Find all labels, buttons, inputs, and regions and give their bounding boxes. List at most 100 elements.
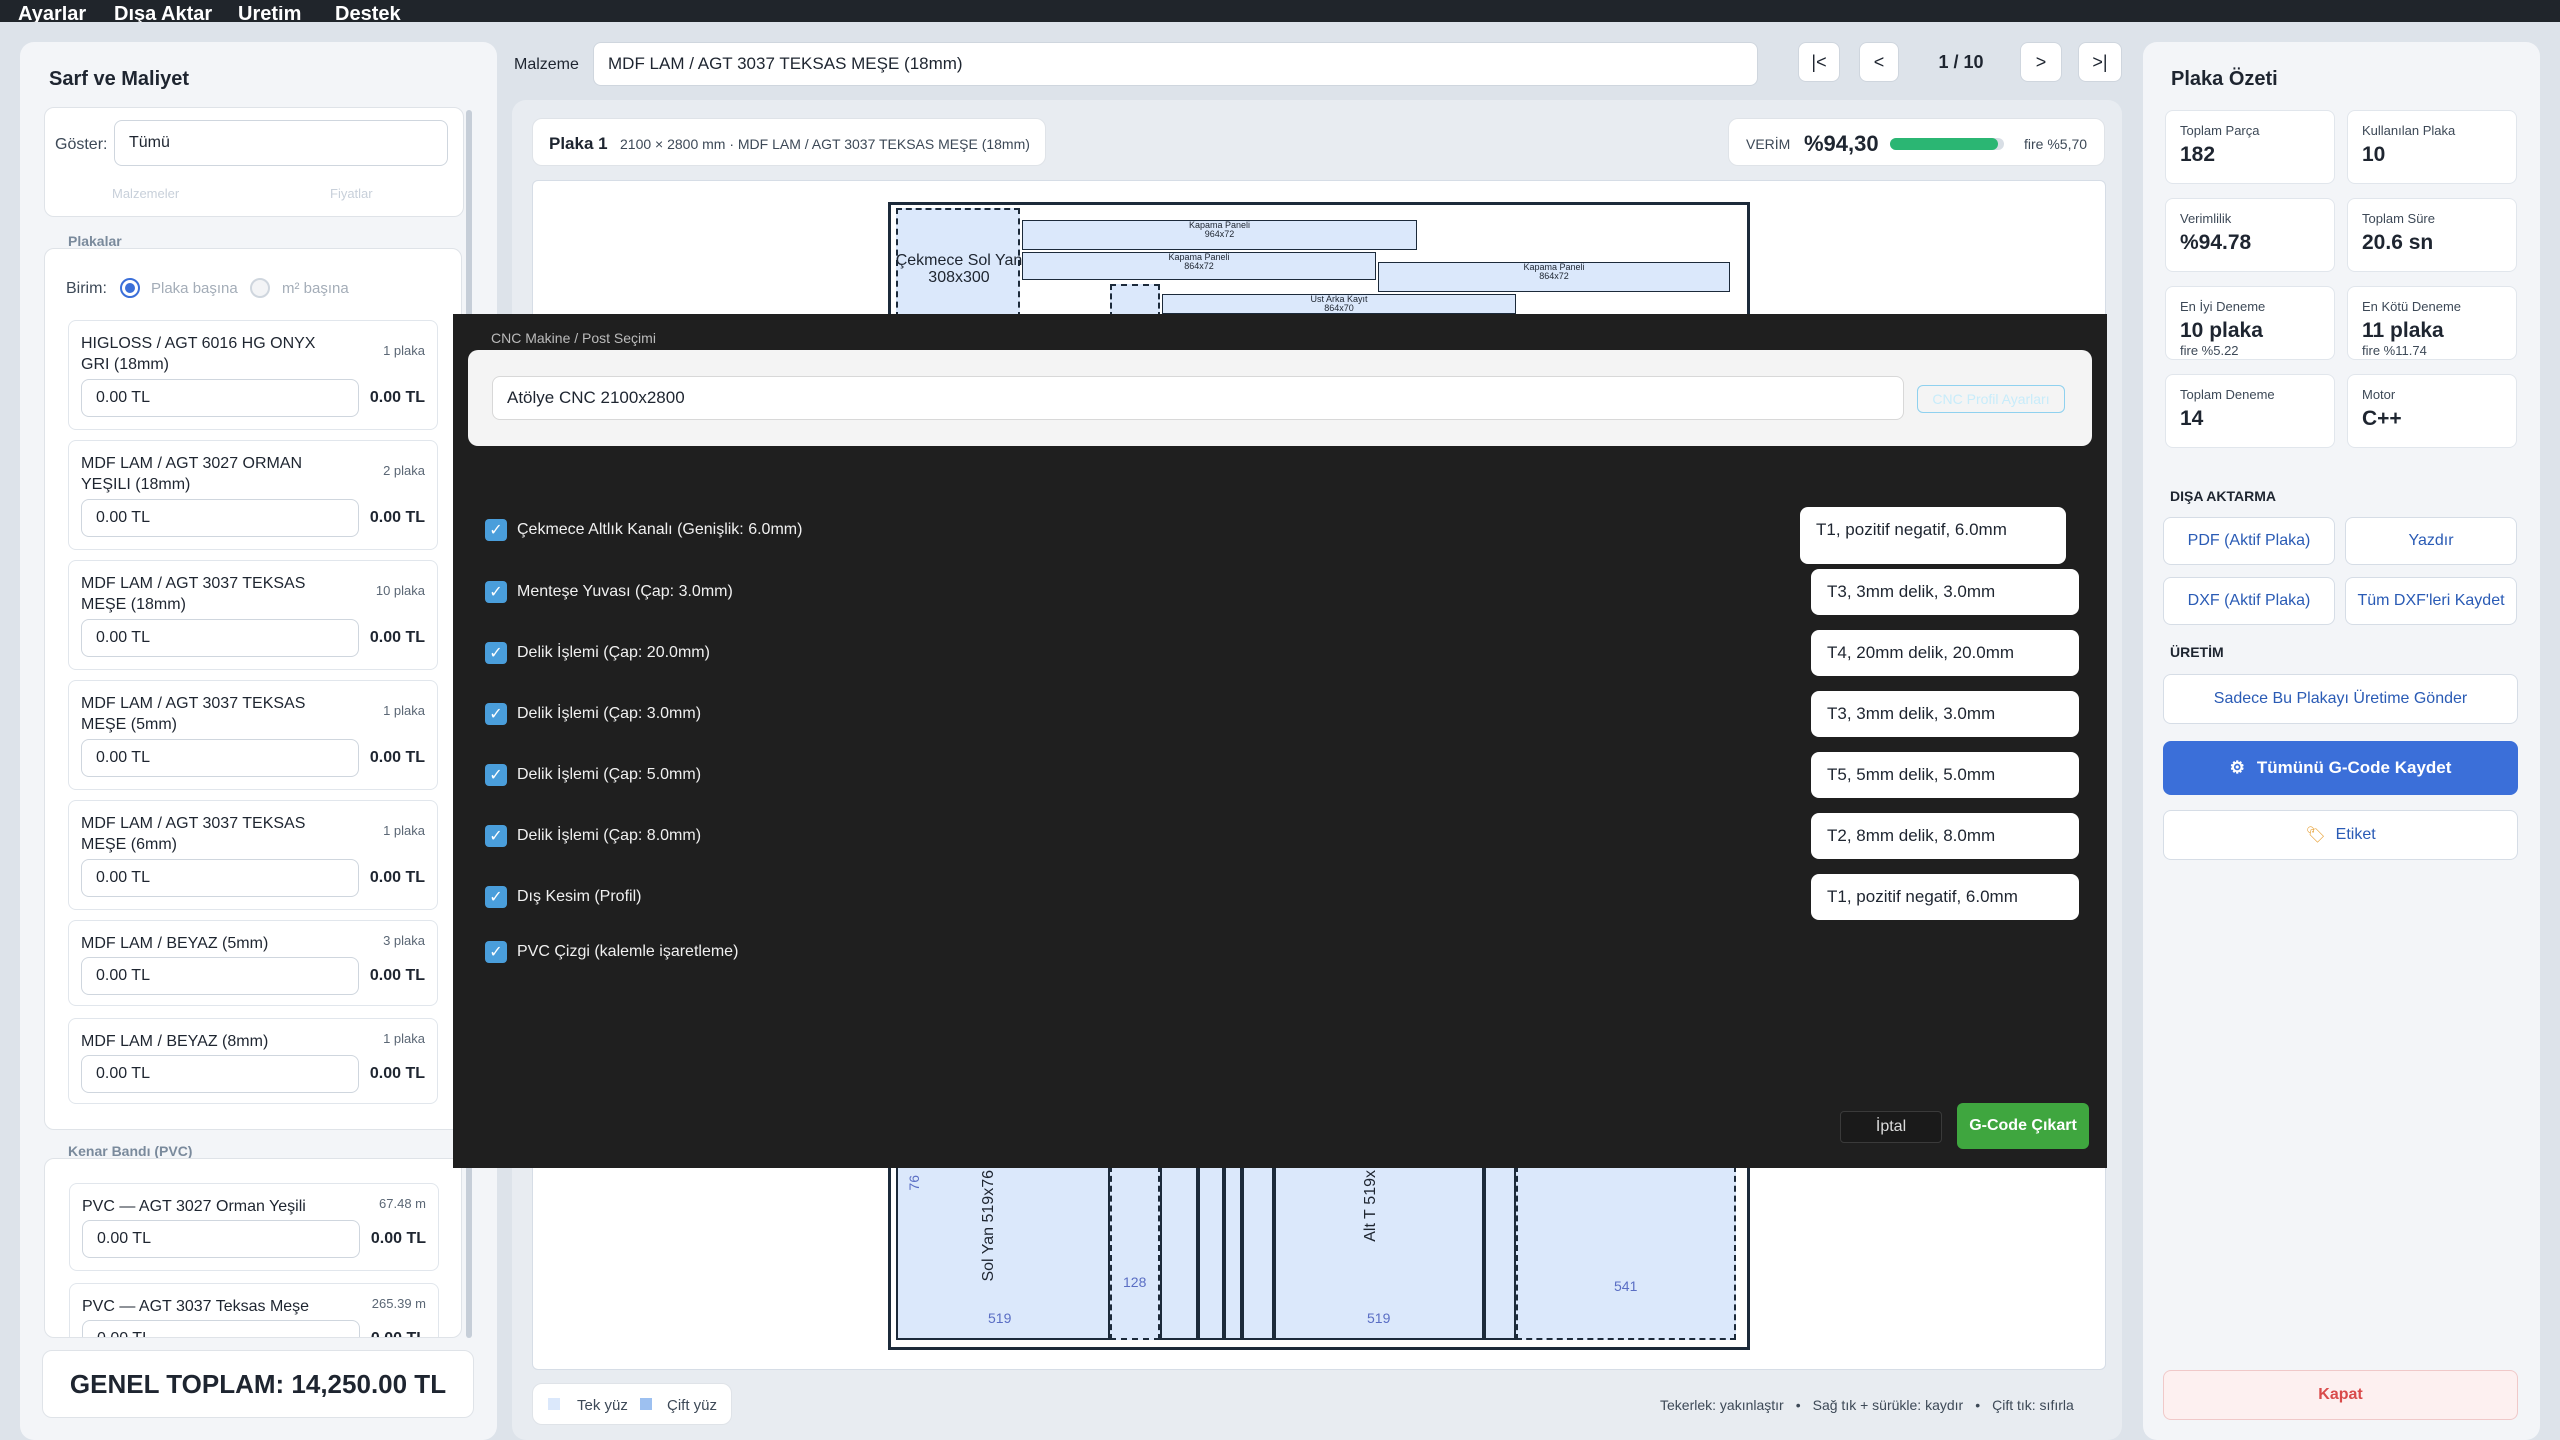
tool-select[interactable]: T4, 20mm delik, 20.0mm: [1811, 630, 2079, 676]
send-to-production-button[interactable]: Sadece Bu Plakayı Üretime Gönder: [2163, 674, 2518, 724]
material-total: 0.00 TL: [369, 749, 425, 766]
material-card: HIGLOSS / AGT 6016 HG ONYX GRI (18mm) 1 …: [68, 320, 438, 430]
next-page-button[interactable]: >: [2020, 42, 2062, 82]
operation-checkbox[interactable]: ✓: [485, 825, 507, 847]
stat-card: Kullanılan Plaka 10: [2347, 110, 2517, 184]
piece-cover-panel-1-size: 964x72: [1204, 229, 1235, 239]
unit-radio-plate[interactable]: [120, 278, 140, 298]
legend-single-side: Tek yüz: [577, 1397, 628, 1414]
piece-top-back-rail[interactable]: Üst Arka Kayıt 864x70: [1162, 294, 1516, 314]
material-plate-count: 1 plaka: [383, 1031, 425, 1046]
hint-pan: Sağ tık + sürükle: kaydır: [1812, 1397, 1964, 1413]
piece-strip-e[interactable]: [1484, 1166, 1516, 1340]
tool-select[interactable]: T1, pozitif negatif, 6.0mm: [1800, 507, 2066, 553]
print-button[interactable]: Yazdır: [2345, 517, 2517, 565]
operation-row[interactable]: ✓ Delik İşlemi (Çap: 20.0mm): [485, 642, 710, 664]
material-price-input[interactable]: 0.00 TL: [81, 859, 359, 897]
material-select[interactable]: MDF LAM / AGT 3037 TEKSAS MEŞE (18mm): [593, 42, 1758, 86]
material-name: MDF LAM / BEYAZ (8mm): [81, 1033, 269, 1050]
hint-zoom: Tekerlek: yakınlaştır: [1660, 1397, 1784, 1413]
faded-tab-prices[interactable]: Fiyatlar: [330, 186, 373, 201]
operation-checkbox[interactable]: ✓: [485, 703, 507, 725]
piece-cover-panel-2[interactable]: Kapama Paneli 864x72: [1022, 252, 1376, 280]
material-price-input[interactable]: 0.00 TL: [81, 1055, 359, 1093]
plate-info: 2100 × 2800 mm · MDF LAM / AGT 3037 TEKS…: [620, 136, 1030, 152]
tool-select[interactable]: T3, 3mm delik, 3.0mm: [1811, 691, 2079, 737]
material-price-input[interactable]: 0.00 TL: [81, 739, 359, 777]
dxf-export-button[interactable]: DXF (Aktif Plaka): [2163, 577, 2335, 625]
unit-radio-m2[interactable]: [250, 278, 270, 298]
edge-box: PVC — AGT 3027 Orman Yeşili 67.48 m 0.00…: [44, 1158, 462, 1338]
tool-select[interactable]: T5, 5mm delik, 5.0mm: [1811, 752, 2079, 798]
pdf-export-button[interactable]: PDF (Aktif Plaka): [2163, 517, 2335, 565]
menu-ayarlar[interactable]: Ayarlar: [18, 6, 86, 22]
last-page-button[interactable]: >|: [2078, 42, 2122, 82]
faded-tab-materials[interactable]: Malzemeler: [112, 186, 179, 201]
tool-select[interactable]: T3, 3mm delik, 3.0mm: [1811, 569, 2079, 615]
cancel-button[interactable]: İptal: [1840, 1111, 1942, 1143]
piece-left-side-width: 519: [988, 1310, 1012, 1326]
piece-bottom-panel-width: 519: [1367, 1310, 1391, 1326]
yield-waste: fire %5,70: [2024, 136, 2088, 152]
operation-checkbox[interactable]: ✓: [485, 519, 507, 541]
piece-strip-c[interactable]: [1224, 1166, 1242, 1340]
stat-value: 14: [2180, 407, 2204, 430]
operation-row[interactable]: ✓ Delik İşlemi (Çap: 3.0mm): [485, 703, 701, 725]
operation-checkbox[interactable]: ✓: [485, 941, 507, 963]
menu-disa-aktar[interactable]: Dışa Aktar: [114, 6, 212, 22]
yield-label: VERİM: [1746, 136, 1791, 152]
tool-select[interactable]: T1, pozitif negatif, 6.0mm: [1811, 874, 2079, 920]
edge-price-input[interactable]: 0.00 TL: [82, 1220, 360, 1258]
material-name: MDF LAM / AGT 3027 ORMAN YEŞILI (18mm): [81, 455, 303, 493]
stat-label: En İyi Deneme: [2180, 299, 2266, 314]
piece-strip-128[interactable]: [1110, 1166, 1160, 1340]
operation-checkbox[interactable]: ✓: [485, 764, 507, 786]
save-all-dxf-button[interactable]: Tüm DXF'leri Kaydet: [2345, 577, 2517, 625]
operation-checkbox[interactable]: ✓: [485, 886, 507, 908]
page-indicator: 1 / 10: [1938, 51, 1984, 72]
operation-row[interactable]: ✓ PVC Çizgi (kalemle işaretleme): [485, 941, 738, 963]
operation-checkbox[interactable]: ✓: [485, 642, 507, 664]
save-all-gcode-button[interactable]: ⚙ Tümünü G-Code Kaydet: [2163, 741, 2518, 795]
menu-uretim[interactable]: Üretim: [238, 6, 301, 22]
piece-cover-panel-3[interactable]: Kapama Paneli 864x72: [1378, 262, 1730, 292]
material-price-input[interactable]: 0.00 TL: [81, 619, 359, 657]
operation-row[interactable]: ✓ Menteşe Yuvası (Çap: 3.0mm): [485, 581, 733, 603]
operation-row[interactable]: ✓ Çekmece Altlık Kanalı (Genişlik: 6.0mm): [485, 519, 802, 541]
edge-price-input[interactable]: 0.00 TL: [82, 1320, 360, 1337]
material-name: HIGLOSS / AGT 6016 HG ONYX GRI (18mm): [81, 335, 316, 373]
operation-label: Çekmece Altlık Kanalı (Genişlik: 6.0mm): [517, 521, 803, 538]
yield-value: %94,30: [1804, 131, 1879, 156]
piece-cover-panel-1[interactable]: Kapama Paneli 964x72: [1022, 220, 1417, 250]
piece-narrow-top[interactable]: [1110, 284, 1160, 318]
material-price-input[interactable]: 0.00 TL: [81, 379, 359, 417]
generate-gcode-button[interactable]: G-Code Çıkart: [1957, 1103, 2089, 1149]
menu-destek[interactable]: Destek: [335, 6, 401, 22]
machine-select[interactable]: Atölye CNC 2100x2800: [492, 376, 1904, 420]
filter-select[interactable]: Tümü: [114, 120, 448, 166]
stat-card: Verimlilik %94.78: [2165, 198, 2335, 272]
prev-page-button[interactable]: <: [1859, 42, 1899, 82]
plates-section-label: Plakalar: [68, 233, 122, 249]
edge-total: 0.00 TL: [371, 1330, 426, 1337]
tool-select[interactable]: T2, 8mm delik, 8.0mm: [1811, 813, 2079, 859]
close-button[interactable]: Kapat: [2163, 1370, 2518, 1420]
operation-checkbox[interactable]: ✓: [485, 581, 507, 603]
cnc-profile-button[interactable]: CNC Profil Ayarları: [1917, 385, 2065, 413]
material-price-input[interactable]: 0.00 TL: [81, 957, 359, 995]
piece-strip-b[interactable]: [1198, 1166, 1224, 1340]
unit-label: Birim:: [66, 280, 107, 297]
operation-row[interactable]: ✓ Delik İşlemi (Çap: 5.0mm): [485, 764, 701, 786]
piece-strip-d[interactable]: [1242, 1166, 1274, 1340]
first-page-button[interactable]: |<: [1798, 42, 1840, 82]
label-button[interactable]: 🏷 Etiket: [2163, 810, 2518, 860]
piece-left-side-text: Sol Yan 519x76: [980, 1170, 997, 1282]
legend-double-side: Çift yüz: [667, 1397, 718, 1414]
material-card: MDF LAM / BEYAZ (5mm) 3 plaka 0.00 TL 0.…: [68, 920, 438, 1006]
piece-strip-a[interactable]: [1160, 1166, 1198, 1340]
operation-row[interactable]: ✓ Dış Kesim (Profil): [485, 886, 641, 908]
piece-right-panel[interactable]: [1516, 1166, 1736, 1340]
operation-row[interactable]: ✓ Delik İşlemi (Çap: 8.0mm): [485, 825, 701, 847]
stat-value: 10 plaka: [2180, 319, 2263, 342]
material-price-input[interactable]: 0.00 TL: [81, 499, 359, 537]
